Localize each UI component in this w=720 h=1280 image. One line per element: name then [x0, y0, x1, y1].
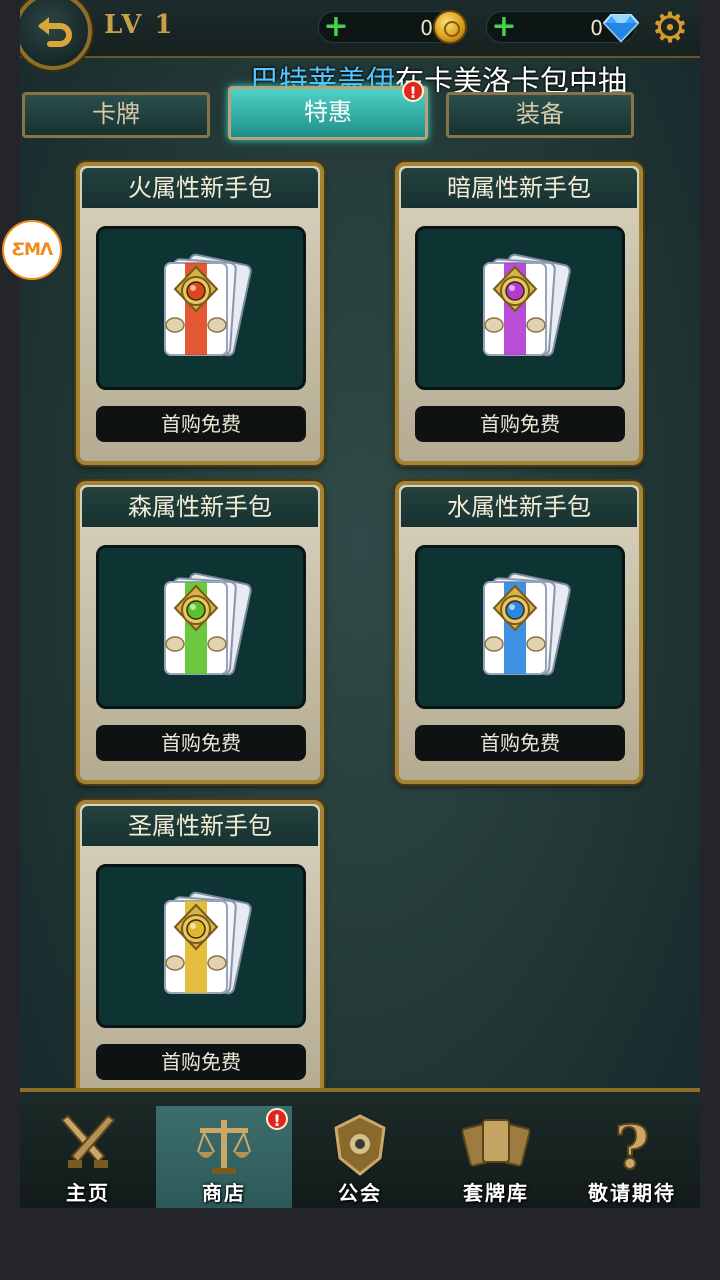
gem-amount: 0 — [590, 16, 603, 40]
tab-cards[interactable]: 卡牌 — [22, 92, 210, 138]
shop-screen: LV 1 + 0 + 0 ⚙ 巴特莱盖伊在卡美洛卡包中抽 卡牌 特惠 装备 ! … — [20, 0, 700, 1208]
card-pack-icon — [164, 572, 252, 676]
tab-equipment[interactable]: 装备 — [446, 92, 634, 138]
nav-home[interactable]: 主页 — [20, 1106, 156, 1208]
card-pack-icon — [483, 572, 571, 676]
gem-counter: + 0 — [486, 11, 639, 43]
pack-art[interactable] — [415, 545, 625, 709]
nav-label: 商店 — [202, 1181, 246, 1205]
question-mark-icon: ? — [613, 1112, 650, 1180]
nav-label: 公会 — [338, 1181, 382, 1205]
guild-crest-icon — [334, 1114, 386, 1176]
card-deck-icon — [462, 1119, 530, 1167]
announcement-message: 在卡美洛卡包中抽 — [395, 64, 628, 92]
tab-alert-badge: ! — [402, 80, 424, 102]
floating-assistant-badge[interactable]: ƸMΛ — [2, 220, 62, 280]
buy-free-button[interactable]: 首购免费 — [96, 1044, 306, 1080]
coin-amount: 0 — [420, 16, 433, 40]
system-area — [0, 1208, 720, 1280]
svg-text:?: ? — [614, 1113, 649, 1180]
nav-label: 套牌库 — [463, 1181, 529, 1205]
player-level: LV 1 — [104, 10, 175, 40]
diamond-icon — [603, 14, 639, 43]
card-pack-icon — [483, 253, 571, 357]
nav-guild[interactable]: 公会 — [292, 1106, 428, 1208]
pack-title: 圣属性新手包 — [82, 806, 318, 846]
pack-art[interactable] — [96, 864, 306, 1028]
scales-icon — [197, 1120, 251, 1174]
buy-free-button[interactable]: 首购免费 — [415, 725, 625, 761]
gear-icon: ⚙ — [651, 3, 689, 52]
coin-counter: + 0 — [318, 10, 467, 44]
coin-icon — [433, 10, 467, 44]
buy-free-button[interactable]: 首购免费 — [96, 406, 306, 442]
tab-special-offers[interactable]: 特惠 — [228, 86, 428, 140]
settings-button[interactable]: ⚙ — [648, 6, 692, 50]
add-coins-button[interactable]: + — [323, 12, 349, 42]
pack-title: 暗属性新手包 — [401, 168, 637, 208]
pack-card-forest[interactable]: 森属性新手包 首购免费 — [76, 481, 324, 784]
add-gems-button[interactable]: + — [491, 12, 517, 42]
buy-free-button[interactable]: 首购免费 — [96, 725, 306, 761]
nav-label: 敬请期待 — [588, 1181, 676, 1205]
pack-title: 火属性新手包 — [82, 168, 318, 208]
crossed-swords-icon — [60, 1114, 116, 1168]
pack-art[interactable] — [96, 226, 306, 390]
pack-card-dark[interactable]: 暗属性新手包 首购免费 — [395, 162, 643, 465]
bottom-navigation: 主页 商店 ! 公会 套牌库 ? 敬请期待 — [20, 1088, 700, 1208]
nav-label: 主页 — [66, 1181, 110, 1205]
pack-art[interactable] — [96, 545, 306, 709]
card-pack-icon — [164, 253, 252, 357]
card-pack-icon — [164, 891, 252, 995]
pack-art[interactable] — [415, 226, 625, 390]
shop-alert-badge: ! — [266, 1108, 288, 1130]
pack-card-fire[interactable]: 火属性新手包 首购免费 — [76, 162, 324, 465]
pack-title: 森属性新手包 — [82, 487, 318, 527]
buy-free-button[interactable]: 首购免费 — [415, 406, 625, 442]
nav-deck-library[interactable]: 套牌库 — [428, 1106, 564, 1208]
nav-coming-soon[interactable]: ? 敬请期待 — [564, 1106, 700, 1208]
top-bar: LV 1 + 0 + 0 ⚙ — [20, 0, 700, 70]
pack-card-water[interactable]: 水属性新手包 首购免费 — [395, 481, 643, 784]
pack-card-holy[interactable]: 圣属性新手包 首购免费 — [76, 800, 324, 1103]
back-arrow-icon — [38, 17, 72, 47]
pack-title: 水属性新手包 — [401, 487, 637, 527]
